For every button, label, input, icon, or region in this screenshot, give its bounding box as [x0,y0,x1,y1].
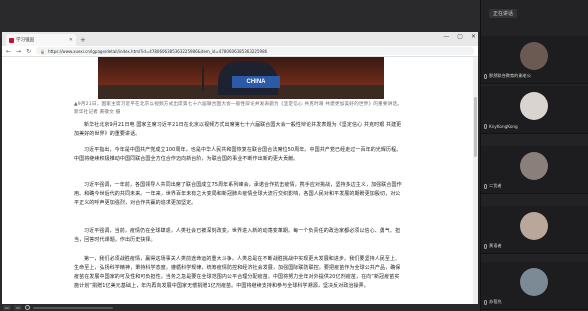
zoom-slider[interactable] [33,306,113,309]
browser-tab[interactable]: 学习强国 ✕ [6,34,76,46]
avatar [520,42,548,70]
tab-title: 学习强国 [16,38,34,43]
microphone-icon [484,183,487,189]
close-window-button[interactable]: ✕ [471,33,476,40]
url-text: https://www.xuexi.cn/lgpage/detail/index… [48,48,268,54]
maximize-button[interactable]: ▢ [457,33,463,40]
participant-tile[interactable]: 苏蓓兆 [481,262,588,310]
tab-bar: 学习强国 ✕ + — ▢ ✕ [2,32,478,46]
page-content[interactable]: CHINA ▲9月21日，国家主席习近平在北京以视频方式出席第七十六届联合国大会… [2,57,478,304]
back-button[interactable]: ← [6,46,11,57]
scrollbar-thumb[interactable] [474,97,477,157]
reload-button[interactable]: ↻ [26,46,31,57]
url-field[interactable]: 🔒 https://www.xuexi.cn/lgpage/detail/ind… [36,47,474,55]
participant-tile[interactable]: 二货者 [481,146,588,194]
minimize-button[interactable]: — [443,33,449,40]
participant-name: KnyKongKong [489,124,518,129]
window-controls: — ▢ ✕ [443,33,476,40]
participant-tile[interactable]: KnyKongKong [481,86,588,134]
avatar [520,212,548,240]
photo-caption: ▲9月21日，国家主席习近平在北京以视频方式出席第七十六届联合国大会一般性辩论并… [74,102,403,115]
close-tab-icon[interactable]: ✕ [69,37,73,43]
fullscreen-button[interactable]: ▭ [14,305,22,310]
participant-tile[interactable]: 黄语者 [481,206,588,254]
avatar [520,152,548,180]
shared-screen: 学习强国 ✕ + — ▢ ✕ ← → ↻ 🔒 https://www.xuexi… [0,0,480,311]
participant-meta: 黄语者 [484,243,502,249]
address-bar: ← → ↻ 🔒 https://www.xuexi.cn/lgpage/deta… [2,46,478,57]
microphone-icon [484,243,487,249]
article-photo: CHINA [98,57,384,99]
browser-window: 学习强国 ✕ + — ▢ ✕ ← → ↻ 🔒 https://www.xuexi… [2,32,478,304]
microphone-icon [484,299,487,305]
article-paragraph: 习近平强调，一年前，各国领导人共同出席了联合国成立75周年系列峰会，承诺合作抗击… [74,182,402,206]
lock-icon: 🔒 [40,48,46,54]
scrollbar[interactable] [473,57,478,304]
microphone-icon [484,73,487,79]
article-paragraph: 第一，我们必须战胜疫情，赢得这场事关人类前途命运的重大斗争。人类总是在不断战胜挑… [74,256,401,289]
site-favicon-icon [9,37,14,43]
forward-button[interactable]: → [16,46,21,57]
microphone-icon [484,124,487,129]
zoom-icon [25,305,30,310]
participant-meta: 苏蓓兆 [484,299,502,305]
article-paragraph: 习近平强调，当前，疫情仍在全球肆虐，人类社会已被深刻改变。世界进入新的动荡变革期… [74,228,401,243]
photo-microphone [202,67,204,91]
participant-meta: 二货者 [484,183,502,189]
new-tab-button[interactable]: + [80,34,86,46]
participant-meta: 那然联合教育的谢老公 [484,73,531,79]
participant-meta: KnyKongKong [484,124,518,129]
article-paragraph: 习近平指出，今年是中国共产党成立100周年，也是中华人民共和国恢复在联合国合法席… [74,147,402,162]
participant-name: 那然联合教育的谢老公 [489,73,531,78]
panel-header: 正在讲话 [481,0,588,26]
avatar [520,92,548,120]
article-paragraph: 新华社北京9月21日电 国家主席习近平21日在北京以视频方式出席第七十六届联合国… [74,122,402,137]
participant-panel: 正在讲话 那然联合教育的谢老公 KnyKongKong 二货者 黄语者 苏蓓兆 [480,0,588,311]
speaking-label: 正在讲话 [489,8,518,18]
participant-tile[interactable]: 那然联合教育的谢老公 [481,36,588,84]
share-controls: ▭ ▭ [0,304,480,311]
participant-name: 二货者 [489,183,502,188]
participant-name: 苏蓓兆 [489,299,502,304]
participant-name: 黄语者 [489,243,502,248]
fit-screen-button[interactable]: ▭ [3,305,11,310]
avatar [520,268,548,296]
photo-name-sign: CHINA [232,76,280,88]
